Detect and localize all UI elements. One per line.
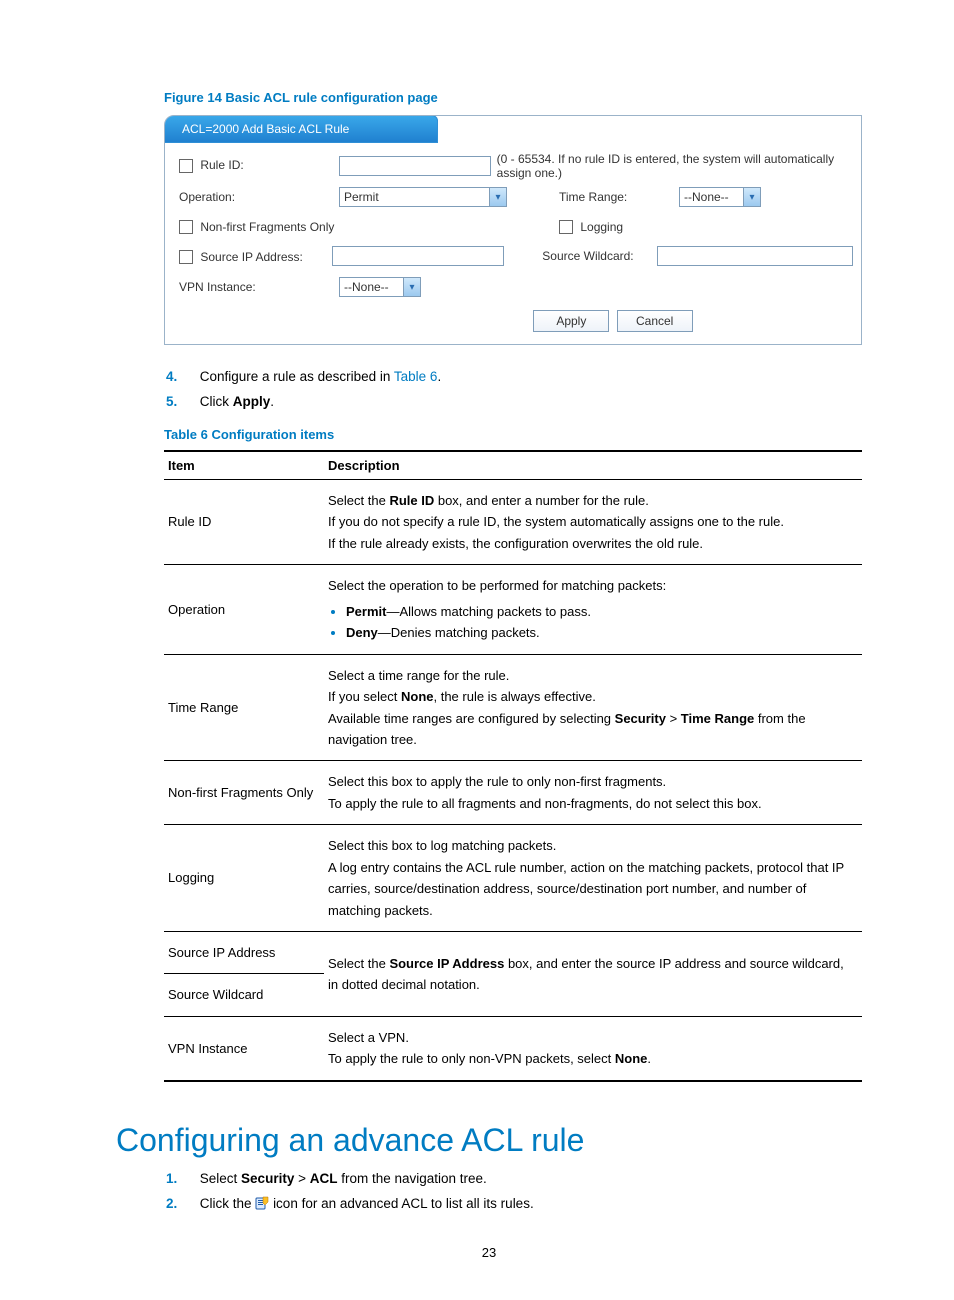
source-ip-checkbox[interactable] — [179, 250, 193, 264]
row-srcip-desc: Select the Source IP Address box, and en… — [324, 932, 862, 1017]
step-4: Configure a rule as described in Table 6… — [196, 369, 862, 384]
steps-list: Configure a rule as described in Table 6… — [164, 369, 862, 409]
row-srcwildcard-item: Source Wildcard — [164, 974, 324, 1016]
step2-1: Select Security > ACL from the navigatio… — [196, 1171, 862, 1186]
row-vpn-item: VPN Instance — [164, 1016, 324, 1080]
row-vpn-desc: Select a VPN. To apply the rule to only … — [324, 1016, 862, 1080]
rule-id-input[interactable] — [339, 156, 491, 176]
apply-button[interactable]: Apply — [533, 310, 609, 332]
cancel-button[interactable]: Cancel — [617, 310, 693, 332]
page-number: 23 — [116, 1245, 862, 1260]
chevron-down-icon: ▾ — [743, 188, 760, 206]
chevron-down-icon: ▾ — [403, 278, 420, 296]
panel-tab[interactable]: ACL=2000 Add Basic ACL Rule — [164, 115, 438, 143]
source-ip-input[interactable] — [332, 246, 504, 266]
edit-icon — [255, 1196, 269, 1210]
table-6-link[interactable]: Table 6 — [394, 369, 438, 384]
row-operation-desc: Select the operation to be performed for… — [324, 565, 862, 654]
th-description: Description — [324, 451, 862, 480]
chevron-down-icon: ▾ — [489, 188, 506, 206]
steps-list-2: Select Security > ACL from the navigatio… — [164, 1171, 862, 1211]
logging-checkbox[interactable] — [559, 220, 573, 234]
row-nonfirst-desc: Select this box to apply the rule to onl… — [324, 761, 862, 825]
source-wildcard-label: Source Wildcard: — [542, 250, 657, 263]
row-nonfirst-item: Non-first Fragments Only — [164, 761, 324, 825]
time-range-label: Time Range: — [559, 190, 679, 204]
table-caption: Table 6 Configuration items — [164, 427, 862, 442]
time-range-select[interactable]: --None-- ▾ — [679, 187, 761, 207]
row-rule-id-item: Rule ID — [164, 480, 324, 565]
nonfirst-checkbox[interactable] — [179, 220, 193, 234]
logging-label: Logging — [580, 220, 623, 234]
source-ip-label: Source IP Address: — [200, 250, 303, 264]
row-timerange-desc: Select a time range for the rule. If you… — [324, 654, 862, 761]
rule-id-label: Rule ID: — [200, 158, 243, 172]
row-operation-item: Operation — [164, 565, 324, 654]
row-logging-item: Logging — [164, 825, 324, 932]
operation-select[interactable]: Permit ▾ — [339, 187, 507, 207]
row-timerange-item: Time Range — [164, 654, 324, 761]
acl-rule-panel: ACL=2000 Add Basic ACL Rule Rule ID: (0 … — [164, 115, 862, 345]
vpn-instance-label: VPN Instance: — [173, 280, 339, 294]
step2-2: Click the icon for an advanced ACL to li… — [196, 1196, 862, 1211]
rule-id-checkbox[interactable] — [179, 159, 193, 173]
section-heading: Configuring an advance ACL rule — [116, 1122, 862, 1159]
figure-caption: Figure 14 Basic ACL rule configuration p… — [164, 90, 862, 105]
nonfirst-label: Non-first Fragments Only — [200, 220, 334, 234]
th-item: Item — [164, 451, 324, 480]
vpn-instance-select[interactable]: --None-- ▾ — [339, 277, 421, 297]
config-items-table: Item Description Rule ID Select the Rule… — [164, 450, 862, 1082]
step-5: Click Apply. — [196, 394, 862, 409]
source-wildcard-input[interactable] — [657, 246, 853, 266]
row-srcip-item: Source IP Address — [164, 932, 324, 974]
row-logging-desc: Select this box to log matching packets.… — [324, 825, 862, 932]
rule-id-hint: (0 - 65534. If no rule ID is entered, th… — [497, 152, 853, 180]
operation-label: Operation: — [173, 190, 339, 204]
row-rule-id-desc: Select the Rule ID box, and enter a numb… — [324, 480, 862, 565]
